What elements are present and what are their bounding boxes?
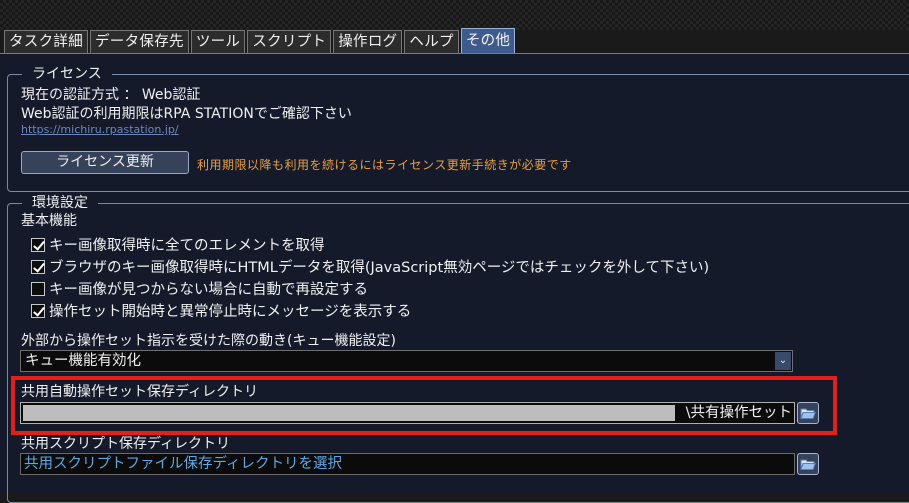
script-dir-input[interactable]: 共用スクリプトファイル保存ディレクトリを選択 [20, 453, 795, 475]
rpa-station-link[interactable]: https://michiru.rpastation.jp/ [21, 123, 179, 136]
environment-legend: 環境設定 [22, 194, 98, 212]
other-settings-panel: ライセンス 現在の認証方式 ： Web認証 Web認証の利用期限はRPA STA… [0, 53, 909, 503]
tab-data-destination[interactable]: データ保存先 [90, 30, 189, 53]
checkbox-row-show-messages[interactable]: 操作セット開始時と異常停止時にメッセージを表示する [31, 300, 411, 321]
check-icon[interactable] [31, 237, 45, 252]
tab-operation-log[interactable]: 操作ログ [333, 30, 403, 53]
redacted-path [23, 405, 675, 421]
shared-dir-label: 共用自動操作セット保存ディレクトリ [21, 384, 259, 400]
tab-script[interactable]: スクリプト [247, 30, 332, 53]
shared-dir-browse-button[interactable] [797, 402, 819, 424]
shared-dir-value: \共有操作セット [685, 405, 792, 421]
checkbox-label: 操作セット開始時と異常停止時にメッセージを表示する [49, 304, 412, 320]
tab-other[interactable]: その他 [460, 28, 516, 53]
script-dir-placeholder: 共用スクリプトファイル保存ディレクトリを選択 [24, 456, 342, 472]
checkbox-label: ブラウザのキー画像取得時にHTMLデータを取得(JavaScript無効ページで… [49, 260, 710, 276]
auth-method-text: 現在の認証方式 ： Web認証 [21, 87, 201, 103]
check-icon[interactable] [31, 259, 45, 274]
checkbox-label: キー画像取得時に全てのエレメントを取得 [49, 238, 325, 254]
tab-tools[interactable]: ツール [190, 30, 246, 53]
chevron-down-icon[interactable]: ⌄ [775, 352, 791, 370]
script-dir-label: 共用スクリプト保存ディレクトリ [21, 436, 231, 452]
license-update-button[interactable]: ライセンス更新 [21, 151, 189, 174]
checkbox-row-get-all-elements[interactable]: キー画像取得時に全てのエレメントを取得 [31, 234, 325, 255]
basic-functions-label: 基本機能 [21, 213, 77, 229]
shared-dir-input[interactable]: \共有操作セット [20, 402, 795, 424]
queue-setting-label: 外部から操作セット指示を受けた際の動き(キュー機能設定) [21, 333, 396, 349]
script-dir-browse-button[interactable] [797, 453, 819, 475]
folder-open-icon [800, 408, 817, 419]
validity-note-text: Web認証の利用期限はRPA STATIONでご確認下さい [21, 106, 352, 122]
folder-open-icon [800, 459, 817, 470]
title-bar-pattern [0, 0, 909, 30]
license-update-note: 利用期限以降も利用を続けるにはライセンス更新手続きが必要です [197, 158, 572, 172]
tab-bar: タスク詳細 データ保存先 ツール スクリプト 操作ログ ヘルプ その他 [4, 28, 516, 54]
checkbox-label: キー画像が見つからない場合に自動で再設定する [49, 282, 368, 298]
checkbox-empty-icon[interactable] [31, 281, 45, 296]
queue-mode-select[interactable]: キュー機能有効化 ⌄ [20, 350, 793, 372]
tab-help[interactable]: ヘルプ [404, 30, 459, 53]
check-icon[interactable] [31, 303, 45, 318]
checkbox-row-auto-reset[interactable]: キー画像が見つからない場合に自動で再設定する [31, 278, 368, 299]
queue-mode-value: キュー機能有効化 [25, 353, 141, 369]
tab-task-details[interactable]: タスク詳細 [4, 30, 88, 53]
license-legend: ライセンス [22, 65, 112, 83]
checkbox-row-get-html-data[interactable]: ブラウザのキー画像取得時にHTMLデータを取得(JavaScript無効ページで… [31, 256, 709, 277]
